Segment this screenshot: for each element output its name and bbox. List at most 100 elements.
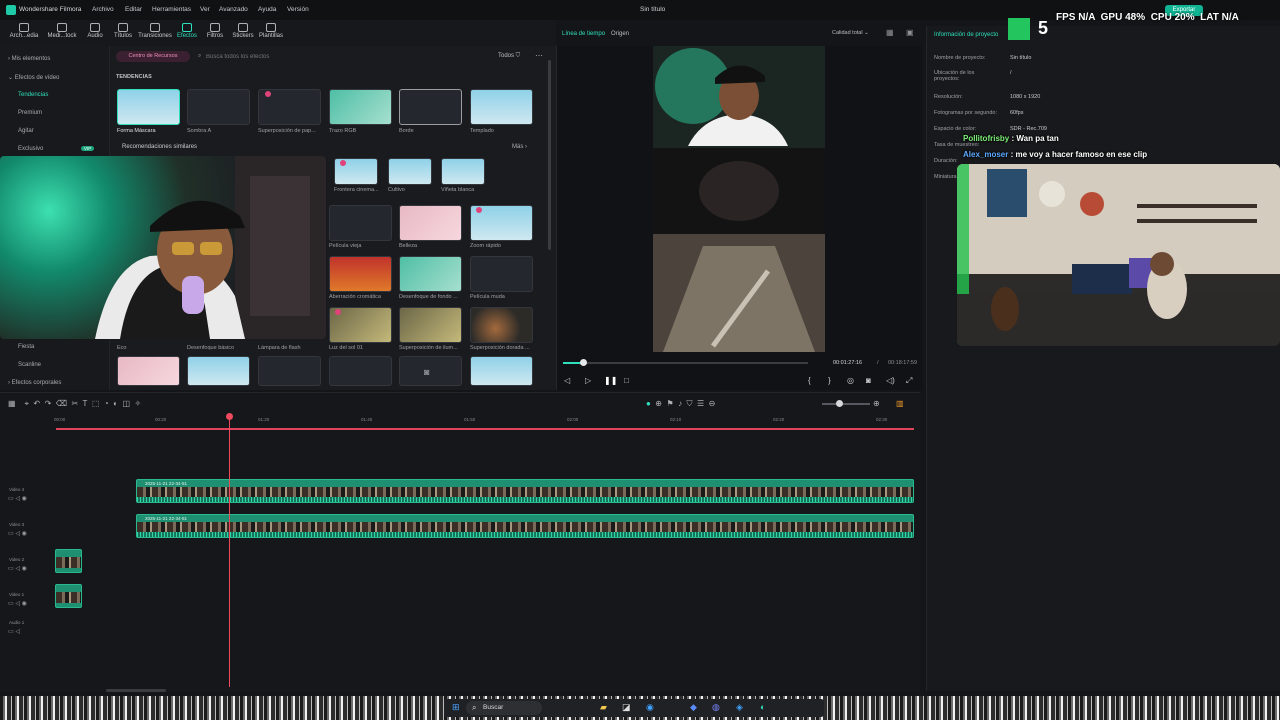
effect-card[interactable]: ◙: [399, 356, 462, 386]
effects-search-input[interactable]: [206, 51, 486, 62]
effect-card[interactable]: [399, 307, 462, 343]
effect-card[interactable]: [117, 89, 180, 125]
pause-icon[interactable]: ❚❚: [604, 376, 617, 385]
file-explorer-icon[interactable]: ▰: [600, 702, 607, 713]
track-controls[interactable]: ▭ ◁: [8, 628, 20, 635]
menu-ayuda[interactable]: Ayuda: [258, 6, 276, 13]
zoom-slider-handle[interactable]: [836, 400, 843, 407]
timeline-playhead[interactable]: [229, 414, 230, 687]
color-icon[interactable]: ◐: [113, 399, 118, 408]
effect-card[interactable]: [329, 256, 392, 292]
video-clip[interactable]: 2025-11-21 22-34-51: [136, 479, 914, 503]
more-link[interactable]: Más ›: [512, 144, 527, 150]
tab-timeline[interactable]: Línea de tiempo: [562, 31, 605, 37]
video-clip[interactable]: 2025-11-21 22-34-51: [136, 514, 914, 538]
playback-progress-track[interactable]: [563, 362, 808, 364]
effect-card[interactable]: [329, 89, 392, 125]
resource-center-button[interactable]: Centro de Recursos: [116, 51, 190, 62]
effect-card[interactable]: [399, 205, 462, 241]
tab-source[interactable]: Origen: [611, 31, 629, 37]
menu-herramientas[interactable]: Herramientas: [152, 6, 191, 13]
mic-icon[interactable]: ♪: [678, 399, 682, 408]
effect-card[interactable]: [470, 89, 533, 125]
render-icon[interactable]: ◎: [847, 376, 854, 385]
quality-dropdown[interactable]: Calidad total ⌄: [832, 30, 869, 36]
fullscreen-icon[interactable]: ⤢: [906, 376, 912, 386]
browser-scrollbar[interactable]: [548, 60, 551, 250]
zoom-out-icon[interactable]: ⊖: [709, 399, 716, 408]
marker-icon[interactable]: ⚑: [666, 399, 673, 408]
more-options-icon[interactable]: ⋯: [535, 51, 543, 60]
track-controls[interactable]: ▭ ◁ ◉: [8, 530, 27, 537]
effect-card[interactable]: [470, 256, 533, 292]
menu-version[interactable]: Versión: [287, 6, 309, 13]
mixer-icon[interactable]: ☰: [697, 399, 704, 408]
discord-icon[interactable]: ◍: [712, 702, 720, 713]
effect-card[interactable]: [388, 158, 432, 185]
sidebar-item-scanline[interactable]: Scanline: [18, 362, 41, 368]
app-icon[interactable]: ◆: [690, 702, 697, 713]
menu-avanzado[interactable]: Avanzado: [219, 6, 248, 13]
mark-out-icon[interactable]: }: [828, 376, 831, 385]
taskbar-search[interactable]: ⌕ Buscar: [466, 701, 542, 715]
store-icon[interactable]: ◪: [622, 702, 631, 713]
edge-icon[interactable]: ◉: [646, 702, 654, 713]
effect-card[interactable]: [187, 356, 250, 386]
camera-snapshot-icon[interactable]: ◙: [866, 376, 871, 385]
undo-icon[interactable]: ↶: [33, 399, 40, 408]
menu-editar[interactable]: Editar: [125, 6, 142, 13]
sidebar-item-trending[interactable]: Tendencias: [18, 92, 48, 98]
tool-titles[interactable]: Títulos: [106, 20, 140, 46]
ai-icon[interactable]: ✧: [134, 399, 141, 408]
tool-stock[interactable]: Medi...tock: [45, 20, 79, 46]
tool-transitions[interactable]: Transiciones: [138, 20, 172, 46]
select-icon[interactable]: ⌖: [24, 399, 29, 408]
link-icon[interactable]: ⊕: [655, 399, 662, 408]
play-icon[interactable]: ▷: [585, 376, 591, 385]
video-clip[interactable]: [55, 549, 82, 573]
menu-archivo[interactable]: Archivo: [92, 6, 114, 13]
mark-in-icon[interactable]: {: [808, 376, 811, 385]
snap-icon[interactable]: ●: [646, 399, 651, 408]
effect-card[interactable]: [187, 89, 250, 125]
effect-card[interactable]: [258, 356, 321, 386]
stop-icon[interactable]: □: [624, 376, 629, 385]
sidebar-item-video-effects[interactable]: ⌄ Efectos de vídeo: [8, 74, 59, 81]
shield-icon[interactable]: ⛉: [687, 399, 693, 408]
effect-card[interactable]: [329, 205, 392, 241]
effect-card[interactable]: [117, 356, 180, 386]
timeline-scrollbar[interactable]: [106, 689, 166, 692]
track-controls[interactable]: ▭ ◁ ◉: [8, 565, 27, 572]
audio-meter-icon[interactable]: ▥: [896, 399, 904, 408]
tool-media[interactable]: Arch...edia: [7, 20, 41, 46]
text-icon[interactable]: T: [83, 399, 88, 408]
filter-dropdown[interactable]: Todos ⛉: [498, 53, 520, 60]
video-clip[interactable]: [55, 584, 82, 608]
vscode-icon[interactable]: ◈: [736, 702, 743, 713]
sidebar-item-party[interactable]: Fiesta: [18, 344, 34, 350]
track-controls[interactable]: ▭ ◁ ◉: [8, 495, 27, 502]
effect-card[interactable]: [399, 256, 462, 292]
filmora-taskbar-icon[interactable]: ◐: [760, 702, 765, 712]
effect-card[interactable]: [329, 356, 392, 386]
layout-icon[interactable]: ▦: [8, 399, 16, 408]
volume-icon[interactable]: ◁): [886, 376, 895, 385]
effect-card[interactable]: [441, 158, 485, 185]
split-icon[interactable]: ✂: [72, 399, 79, 408]
sidebar-item-body-effects[interactable]: › Efectos corporales: [8, 380, 61, 386]
snapshot-icon[interactable]: ▣: [906, 28, 914, 37]
grid-view-icon[interactable]: ▦: [886, 28, 894, 37]
tool-templates[interactable]: Plantillas: [254, 20, 288, 46]
playhead-handle[interactable]: [579, 359, 587, 366]
stabilize-icon[interactable]: ◫: [122, 399, 130, 408]
sidebar-item-my-elements[interactable]: › Mis elementos: [8, 56, 50, 62]
effect-card[interactable]: [470, 356, 533, 386]
sidebar-item-premium[interactable]: Premium: [18, 110, 42, 116]
zoom-in-icon[interactable]: ⊕: [873, 399, 880, 408]
effect-card[interactable]: [470, 307, 533, 343]
sidebar-item-exclusive[interactable]: Exclusivo: [18, 146, 43, 152]
playhead-knob[interactable]: [226, 413, 233, 420]
step-back-icon[interactable]: ◁: [564, 376, 570, 385]
delete-icon[interactable]: ⌫: [56, 399, 67, 408]
track-controls[interactable]: ▭ ◁ ◉: [8, 600, 27, 607]
